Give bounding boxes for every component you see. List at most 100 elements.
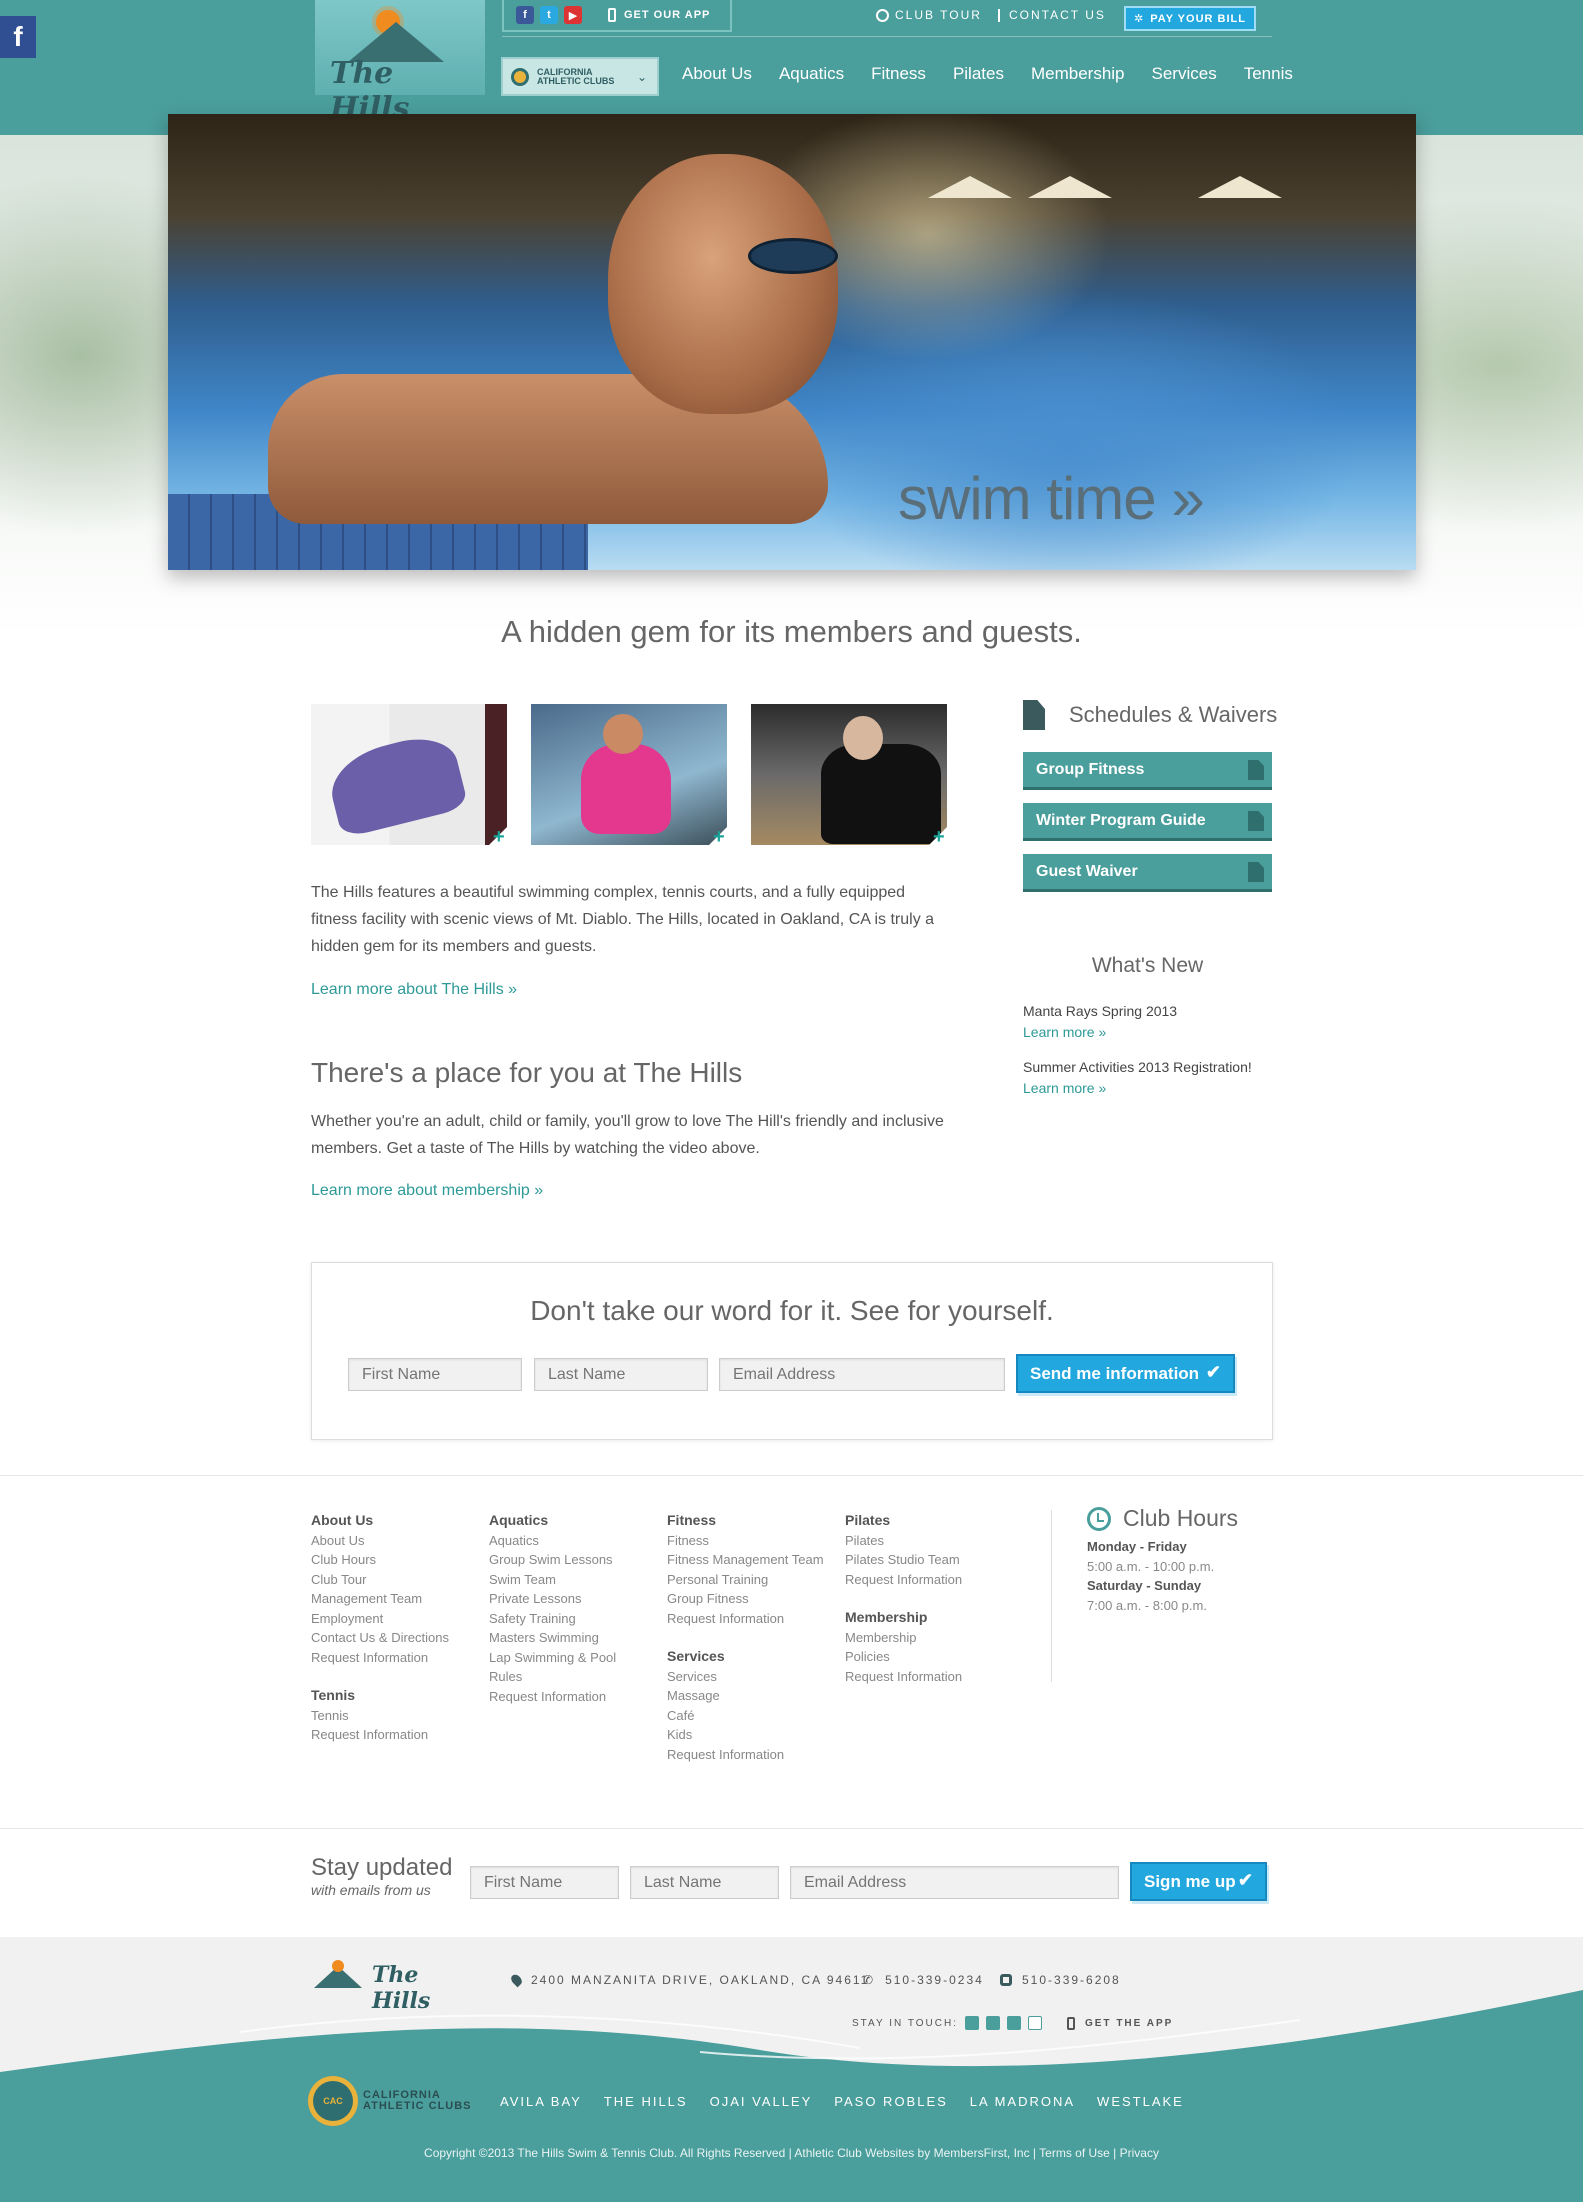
footer-heading-aquatics[interactable]: Aquatics [489,1512,548,1528]
sign-up-button[interactable]: Sign me up ✔ [1130,1862,1267,1901]
newsletter-last-name-field[interactable] [630,1866,779,1899]
learn-more-hills-link[interactable]: Learn more about The Hills » [311,981,517,999]
facebook-icon[interactable]: f [516,6,534,24]
footer-link[interactable]: Pilates Studio Team [845,1552,960,1567]
footer-link[interactable]: Employment [311,1611,383,1626]
club-paso-robles[interactable]: PASO ROBLES [834,2094,948,2109]
nav-fitness[interactable]: Fitness [871,64,926,84]
footer-link[interactable]: Tennis [311,1708,349,1723]
twitter-icon[interactable] [985,2016,1000,2030]
footer-heading-about[interactable]: About Us [311,1512,373,1528]
pay-bill-button[interactable]: ✲ PAY YOUR BILL [1124,6,1256,31]
winter-guide-download-button[interactable]: Winter Program Guide [1023,803,1272,841]
footer-link[interactable]: Request Information [845,1669,962,1684]
footer-link[interactable]: Massage [667,1688,720,1703]
youtube-icon[interactable]: ▶ [564,6,582,24]
cac-footer-logo[interactable]: CAC CALIFORNIA ATHLETIC CLUBS [313,2081,472,2121]
footer-link[interactable]: Membership [845,1630,917,1645]
hero-banner[interactable]: swim time » [168,114,1416,570]
footer-link[interactable]: Request Information [489,1689,606,1704]
nav-services[interactable]: Services [1152,64,1217,84]
footer-link[interactable]: Request Information [311,1650,428,1665]
club-westlake[interactable]: WESTLAKE [1097,2094,1184,2109]
news-learn-more-link[interactable]: Learn more » [1023,1080,1106,1096]
footer-link[interactable]: Request Information [845,1572,962,1587]
nav-tennis[interactable]: Tennis [1244,64,1293,84]
footer-link[interactable]: Request Information [667,1611,784,1626]
club-ojai-valley[interactable]: OJAI VALLEY [710,2094,813,2109]
footer-heading-membership[interactable]: Membership [845,1609,927,1625]
footer-link[interactable]: Services [667,1669,717,1684]
gear-icon: ✲ [1134,13,1145,25]
fax-text: 510-339-6208 [1022,1973,1121,1987]
get-the-app-link[interactable]: GET THE APP [1066,2016,1174,2030]
club-tour-link[interactable]: CLUB TOUR [876,8,982,22]
newsletter-first-name-field[interactable] [470,1866,619,1899]
get-app-link[interactable]: GET OUR APP [608,8,710,22]
email-icon[interactable] [1027,2016,1042,2030]
footer-link[interactable]: Fitness Management Team [667,1552,824,1567]
footer-link[interactable]: Group Fitness [667,1591,749,1606]
yoga-thumbnail[interactable] [311,704,507,845]
club-selector[interactable]: CALIFORNIA ATHLETIC CLUBS ⌄ [501,57,659,96]
footer-link[interactable]: Pilates [845,1533,884,1548]
footer-link[interactable]: Rules [489,1669,522,1684]
footer-heading-services[interactable]: Services [667,1648,725,1664]
footer-link[interactable]: About Us [311,1533,364,1548]
footer-link[interactable]: Swim Team [489,1572,556,1587]
swimmer-head-shape [608,154,838,414]
nav-pilates[interactable]: Pilates [953,64,1004,84]
footer-link[interactable]: Masters Swimming [489,1630,599,1645]
footer-heading-pilates[interactable]: Pilates [845,1512,890,1528]
footer-logo[interactable]: The Hills [314,1960,479,2014]
first-name-field[interactable] [348,1358,522,1391]
email-field[interactable] [719,1358,1005,1391]
twitter-icon[interactable]: t [540,6,558,24]
footer-link[interactable]: Management Team [311,1591,422,1606]
footer-link[interactable]: Lap Swimming & Pool [489,1650,616,1665]
download-button-label: Guest Waiver [1036,862,1138,880]
plus-icon[interactable]: + [493,826,505,849]
hero-caption[interactable]: swim time » [898,464,1205,533]
contact-us-link[interactable]: CONTACT US [998,8,1106,22]
footer-link[interactable]: Policies [845,1649,890,1664]
group-fitness-download-button[interactable]: Group Fitness [1023,752,1272,790]
footer-link[interactable]: Request Information [311,1727,428,1742]
learn-more-membership-link[interactable]: Learn more about membership » [311,1182,543,1200]
footer-link[interactable]: Safety Training [489,1611,576,1626]
youtube-icon[interactable] [1006,2016,1021,2030]
footer-heading-fitness[interactable]: Fitness [667,1512,716,1528]
plus-icon[interactable]: + [713,826,725,849]
footer-link[interactable]: Club Tour [311,1572,366,1587]
nav-membership[interactable]: Membership [1031,64,1125,84]
newsletter-email-field[interactable] [790,1866,1119,1899]
footer-link[interactable]: Private Lessons [489,1591,582,1606]
nav-about-us[interactable]: About Us [682,64,752,84]
send-information-button[interactable]: Send me information ✔ [1016,1354,1235,1393]
footer-link[interactable]: Club Hours [311,1552,376,1567]
get-the-app-label: GET THE APP [1084,2017,1174,2029]
weights-thumbnail[interactable] [751,704,947,845]
chevron-down-icon: ⌄ [636,69,647,84]
footer-link[interactable]: Kids [667,1727,692,1742]
footer-link[interactable]: Aquatics [489,1533,539,1548]
club-la-madrona[interactable]: LA MADRONA [970,2094,1075,2109]
club-the-hills[interactable]: THE HILLS [604,2094,688,2109]
footer-link[interactable]: Group Swim Lessons [489,1552,613,1567]
footer-heading-tennis[interactable]: Tennis [311,1687,355,1703]
last-name-field[interactable] [534,1358,708,1391]
footer-link[interactable]: Fitness [667,1533,709,1548]
trx-thumbnail[interactable] [531,704,727,845]
facebook-side-tab[interactable]: f [0,16,36,58]
footer-link[interactable]: Request Information [667,1747,784,1762]
news-learn-more-link[interactable]: Learn more » [1023,1024,1106,1040]
site-logo[interactable]: The Hills [328,4,468,126]
footer-link[interactable]: Contact Us & Directions [311,1630,449,1645]
plus-icon[interactable]: + [933,826,945,849]
footer-link[interactable]: Personal Training [667,1572,768,1587]
club-avila-bay[interactable]: AVILA BAY [500,2094,582,2109]
nav-aquatics[interactable]: Aquatics [779,64,844,84]
footer-link[interactable]: Café [667,1708,694,1723]
guest-waiver-download-button[interactable]: Guest Waiver [1023,854,1272,892]
facebook-icon[interactable] [964,2016,979,2030]
